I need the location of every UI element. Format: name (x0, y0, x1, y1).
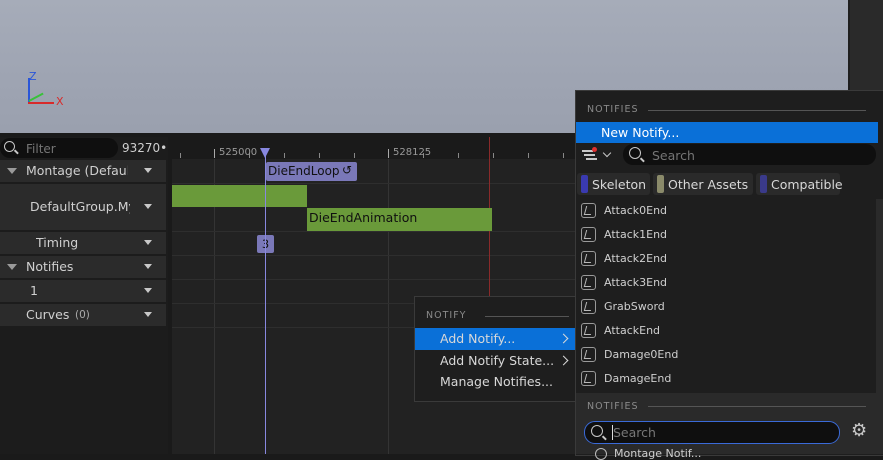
partial-item-icon (595, 448, 607, 460)
notifies-header: NOTIFIES (587, 104, 639, 115)
notify-search-input[interactable] (650, 146, 854, 164)
filter-chip-other-assets[interactable]: Other Assets (653, 173, 753, 195)
track-notify-1-label: 1 (30, 283, 38, 298)
montage-section[interactable]: DieEndLoop ↺ (266, 162, 357, 181)
notify-icon (581, 347, 596, 362)
chip-swatch (581, 175, 588, 193)
notify-icon (581, 275, 596, 290)
notify-item[interactable]: AttackEnd (576, 319, 876, 343)
chip-label: Skeleton (592, 177, 647, 192)
footer-search-box[interactable]: Search (584, 421, 840, 444)
playhead[interactable] (265, 148, 266, 454)
manage-notifies-item[interactable]: Manage Notifies... (415, 371, 575, 393)
notify-list: Attack0End Attack1End Attack2End Attack3… (576, 199, 876, 393)
search-icon (629, 147, 641, 159)
footer-search-text: Search (613, 425, 656, 440)
ruler-label: 525000 (219, 147, 258, 158)
chevron-right-icon (558, 355, 569, 366)
notify-list-scrollbar[interactable] (876, 199, 883, 393)
track-notifies[interactable]: Notifies (0, 256, 166, 278)
footer-panel: NOTIFIES Search ⚙ Montage Notif... (576, 393, 883, 460)
new-notify-item[interactable]: New Notify... (576, 122, 878, 143)
track-montage[interactable]: Montage (Default( (0, 160, 166, 182)
track-notifies-label: Notifies (26, 259, 74, 274)
manage-notifies-label: Manage Notifies... (440, 374, 553, 389)
track-montage-label: Montage (Default( (26, 163, 128, 178)
track-notify-1[interactable]: 1 (0, 280, 166, 302)
track-timing[interactable]: Timing (0, 232, 166, 254)
search-icon (591, 425, 603, 437)
notify-item-label: DamageEnd (604, 372, 672, 385)
notify-item[interactable]: DamageEnd (576, 367, 876, 391)
track-curves-label: Curves (26, 307, 70, 322)
animation-segment[interactable]: DieEndAnimation (307, 208, 492, 231)
notify-item[interactable]: Attack0End (576, 199, 876, 223)
filter-chip-compatible[interactable]: Compatible (756, 173, 843, 195)
chevron-down-icon[interactable] (144, 264, 152, 269)
frame-value[interactable]: 93270• (122, 141, 167, 155)
notify-item[interactable]: Attack3End (576, 271, 876, 295)
chevron-down-icon[interactable] (144, 288, 152, 293)
chevron-down-icon (602, 148, 612, 158)
chevron-down-icon[interactable] (144, 204, 152, 209)
track-curves[interactable]: Curves (0) (0, 304, 166, 326)
notify-context-menu: NOTIFY Add Notify... Add Notify State...… (414, 296, 576, 402)
track-slot-group[interactable]: DefaultGroup.MyI (0, 184, 166, 230)
filter-options-button[interactable] (582, 147, 616, 165)
chip-label: Other Assets (668, 177, 749, 192)
new-notify-label: New Notify... (601, 125, 680, 140)
context-menu-header: NOTIFY (426, 310, 467, 321)
notify-icon (581, 371, 596, 386)
filter-chip-skeleton[interactable]: Skeleton (577, 173, 650, 195)
add-notify-label: Add Notify... (440, 331, 516, 346)
playhead-handle[interactable] (260, 148, 270, 158)
notify-search-box[interactable] (623, 144, 876, 165)
chevron-down-icon[interactable] (144, 312, 152, 317)
expand-arrow-icon[interactable] (7, 264, 17, 270)
notify-icon (581, 323, 596, 338)
notify-icon (581, 227, 596, 242)
notify-item-label: Attack3End (604, 276, 668, 289)
animation-segment-prev[interactable] (172, 185, 307, 207)
add-notify-item[interactable]: Add Notify... (415, 328, 575, 350)
notify-icon (581, 203, 596, 218)
chevron-down-icon[interactable] (144, 168, 152, 173)
notify-item-label: Damage0End (604, 348, 679, 361)
chevron-down-icon[interactable] (144, 240, 152, 245)
animation-label: DieEndAnimation (309, 210, 418, 225)
filter-box[interactable] (0, 138, 118, 158)
track-slot-label: DefaultGroup.MyI (30, 199, 130, 214)
track-timing-label: Timing (36, 235, 79, 250)
chevron-right-icon (558, 333, 569, 344)
chip-swatch (760, 175, 767, 193)
notify-item[interactable]: Attack1End (576, 223, 876, 247)
notify-icon (581, 299, 596, 314)
axis-z-label: Z (29, 70, 37, 83)
notify-item-label: AttackEnd (604, 324, 661, 337)
add-notify-state-label: Add Notify State... (440, 353, 555, 368)
notify-item-label: Attack1End (604, 228, 668, 241)
notify-item[interactable]: GrabSword (576, 295, 876, 319)
notify-item[interactable]: Damage0End (576, 343, 876, 367)
axis-gizmo: Z X (22, 70, 72, 112)
time-ruler[interactable]: 525000 528125 (172, 137, 576, 159)
expand-arrow-icon[interactable] (7, 168, 17, 174)
axis-x-label: X (56, 95, 64, 108)
filter-input[interactable] (24, 139, 116, 158)
section-label: DieEndLoop (268, 164, 340, 178)
add-notify-state-item[interactable]: Add Notify State... (415, 350, 575, 372)
chip-swatch (657, 175, 664, 193)
notify-item-label: Attack0End (604, 204, 668, 217)
track-curves-count: (0) (75, 309, 90, 321)
notify-item-label: GrabSword (604, 300, 665, 313)
notify-icon (581, 251, 596, 266)
notify-item[interactable]: Attack2End (576, 247, 876, 271)
loop-icon: ↺ (342, 163, 353, 177)
footer-notifies-header: NOTIFIES (587, 401, 639, 412)
chip-label: Compatible (771, 177, 843, 192)
settings-gear-icon[interactable]: ⚙ (851, 420, 867, 441)
notify-item-label: Attack2End (604, 252, 668, 265)
ruler-label: 528125 (393, 147, 432, 158)
